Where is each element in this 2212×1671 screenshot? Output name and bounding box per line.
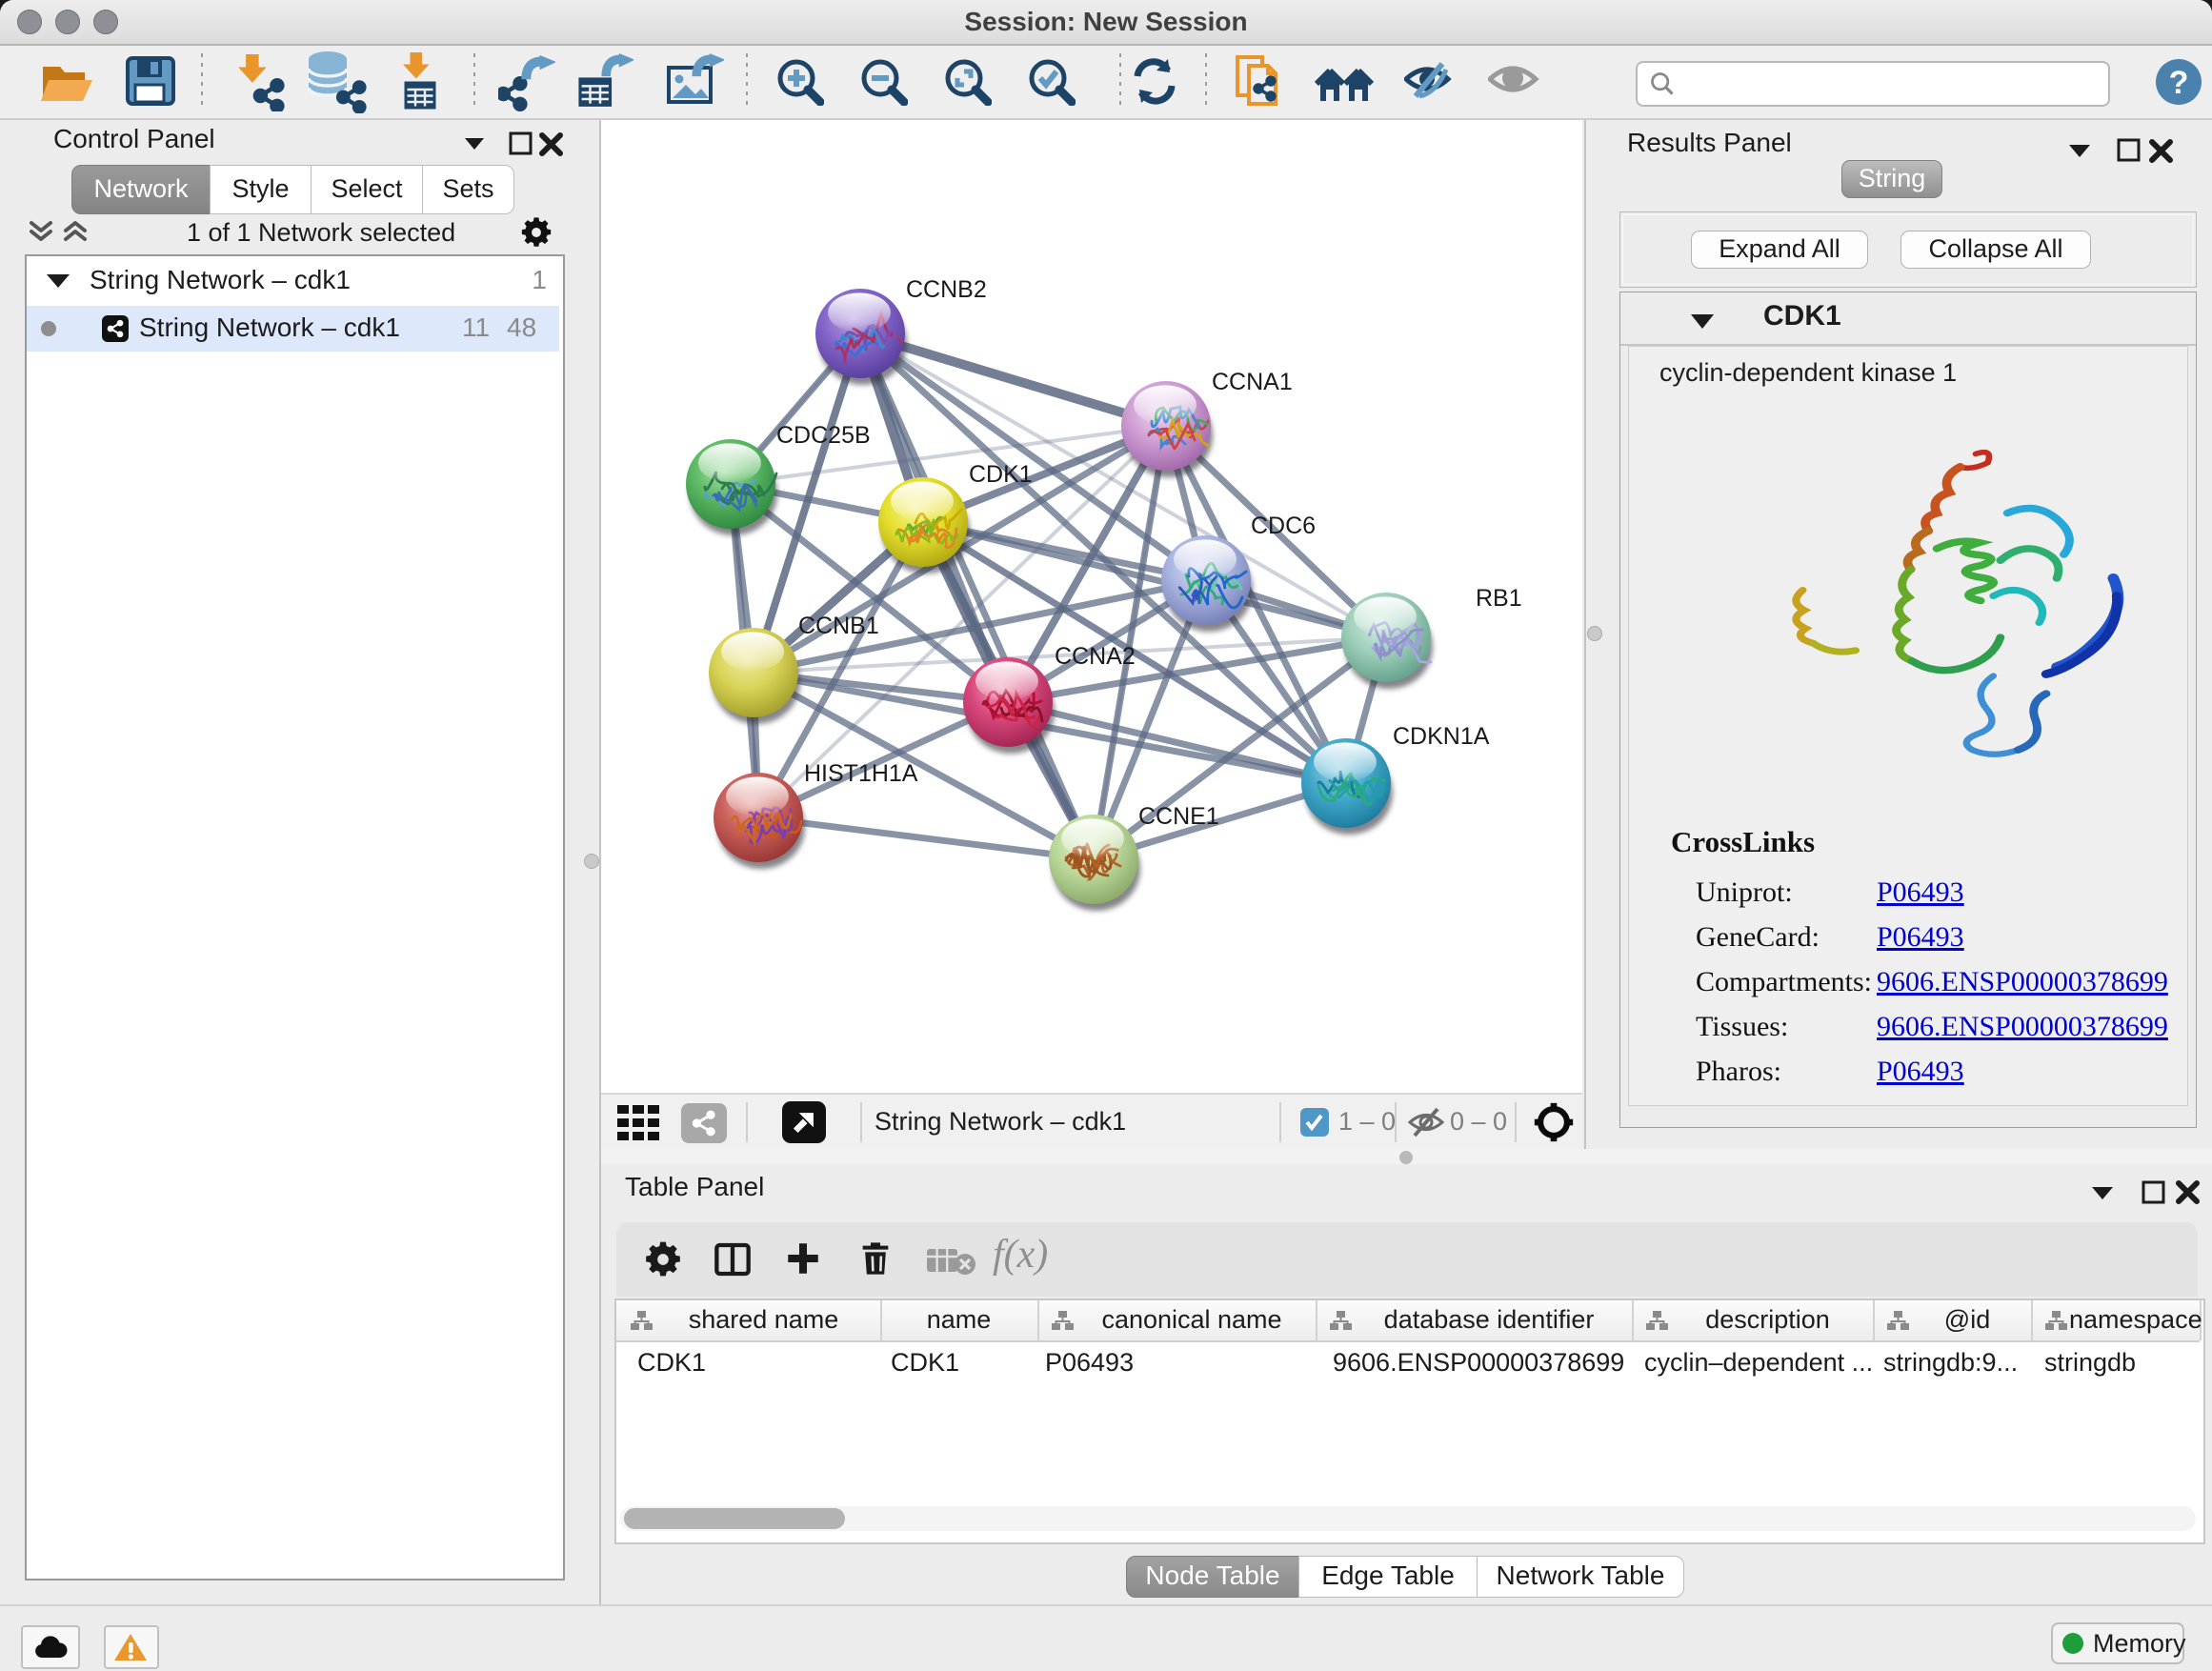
svg-text:CCNB2: CCNB2 [906,276,987,303]
svg-text:CCNA2: CCNA2 [1055,643,1136,670]
svg-text:CDK1: CDK1 [969,461,1033,488]
svg-text:CCNB1: CCNB1 [798,613,879,639]
svg-text:CCNE1: CCNE1 [1138,803,1219,830]
svg-text:?: ? [2169,65,2189,101]
svg-text:CCNA1: CCNA1 [1212,369,1293,395]
svg-text:CDC25B: CDC25B [776,422,871,449]
svg-text:RB1: RB1 [1476,585,1522,612]
svg-text:HIST1H1A: HIST1H1A [804,760,918,787]
svg-text:CDC6: CDC6 [1251,513,1316,539]
svg-text:CDKN1A: CDKN1A [1393,723,1490,750]
